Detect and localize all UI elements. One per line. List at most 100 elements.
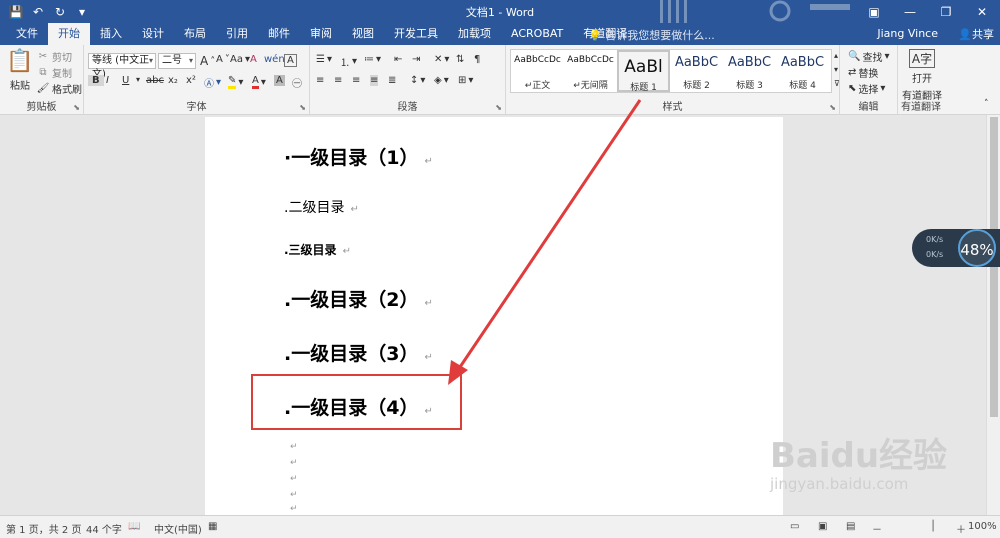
- style-item[interactable]: AaBbC 标题 4: [776, 50, 829, 92]
- highlight-button[interactable]: ✎ ▾: [228, 75, 243, 89]
- tab-11[interactable]: ACROBAT: [501, 23, 573, 45]
- format-painter-button[interactable]: 🖌 格式刷: [36, 81, 82, 97]
- heading-line[interactable]: .三级目录 ↵: [284, 241, 351, 258]
- align-left-button[interactable]: ≡: [316, 75, 324, 86]
- web-layout-icon[interactable]: ▤: [846, 521, 855, 532]
- dialog-launcher-icon[interactable]: ⬊: [829, 103, 836, 112]
- print-layout-icon[interactable]: ▣: [818, 521, 827, 532]
- italic-button[interactable]: I: [106, 75, 109, 86]
- align-right-button[interactable]: ≡: [352, 75, 360, 86]
- styles-scroll-down-icon[interactable]: ▾: [834, 65, 838, 74]
- font-color-button[interactable]: A ▾: [252, 75, 266, 89]
- select-button[interactable]: ⬉ 选择 ▾: [848, 81, 885, 96]
- char-shading-button[interactable]: A: [274, 75, 285, 86]
- text-effects-button[interactable]: Ⓐ ▾: [204, 75, 221, 90]
- tab-5[interactable]: 引用: [216, 23, 258, 45]
- heading-line[interactable]: .二级目录 ↵: [284, 197, 359, 217]
- tab-2[interactable]: 插入: [90, 23, 132, 45]
- chinese-layout-button[interactable]: ✕ ▾: [434, 54, 449, 65]
- vertical-scrollbar[interactable]: [986, 115, 1000, 515]
- scrollbar-thumb[interactable]: [990, 117, 998, 417]
- subscript-button[interactable]: x₂: [168, 75, 178, 86]
- dialog-launcher-icon[interactable]: ⬊: [299, 103, 306, 112]
- bold-button[interactable]: B: [88, 75, 104, 86]
- language[interactable]: 中文(中国): [154, 521, 202, 536]
- word-count[interactable]: 44 个字: [86, 521, 122, 536]
- document-page[interactable]: [205, 117, 783, 517]
- sort-button[interactable]: ⇅: [456, 54, 464, 65]
- increase-indent-button[interactable]: ⇥: [412, 54, 420, 65]
- tab-0[interactable]: 文件: [6, 23, 48, 45]
- align-center-button[interactable]: ≡: [334, 75, 342, 86]
- strikethrough-button[interactable]: abc: [146, 75, 164, 86]
- dialog-launcher-icon[interactable]: ⬊: [73, 103, 80, 112]
- open-youdao-button[interactable]: A字 打开 有道翻译: [902, 49, 942, 102]
- proofing-icon[interactable]: 📖: [128, 521, 140, 532]
- heading-line[interactable]: .一级目录（3） ↵: [284, 339, 433, 366]
- underline-dropdown-icon[interactable]: ▾: [136, 75, 140, 84]
- enclose-char-button[interactable]: ㊀: [292, 75, 302, 90]
- replace-button[interactable]: ⇄ 替换: [848, 65, 878, 80]
- style-item[interactable]: AaBbC 标题 3: [723, 50, 776, 92]
- grow-font-button[interactable]: A ˄: [200, 54, 215, 68]
- paste-button[interactable]: 📋 粘贴: [6, 49, 34, 92]
- styles-more-icon[interactable]: ⊽: [834, 79, 840, 88]
- superscript-button[interactable]: x²: [186, 75, 196, 86]
- paragraph-mark: ↵: [350, 204, 359, 215]
- tab-3[interactable]: 设计: [132, 23, 174, 45]
- heading-line[interactable]: ·一级目录（1） ↵: [284, 143, 433, 170]
- zoom-level[interactable]: 100%: [968, 521, 997, 532]
- bullets-button[interactable]: ☰ ▾: [316, 54, 332, 65]
- copy-button[interactable]: ⧉ 复制: [36, 65, 72, 81]
- read-mode-icon[interactable]: ▭: [790, 521, 799, 532]
- change-case-button[interactable]: Aa ▾: [230, 54, 250, 65]
- show-marks-button[interactable]: ¶: [474, 54, 480, 65]
- share-button[interactable]: 👤共享: [958, 26, 994, 42]
- justify-button[interactable]: ≡: [370, 75, 379, 86]
- numbering-button[interactable]: ⒈ ▾: [340, 54, 357, 69]
- tab-10[interactable]: 加载项: [448, 23, 501, 45]
- borders-button[interactable]: ⊞ ▾: [458, 75, 473, 86]
- minimize-icon[interactable]: —: [892, 0, 928, 23]
- macro-icon[interactable]: ▦: [208, 521, 217, 532]
- style-item[interactable]: AaBbCcDc ↵正文: [511, 50, 564, 92]
- user-name[interactable]: Jiang Vince: [877, 27, 938, 40]
- style-item[interactable]: AaBbC 标题 2: [670, 50, 723, 92]
- tab-1[interactable]: 开始: [48, 23, 90, 45]
- shading-button[interactable]: ◈ ▾: [434, 75, 449, 86]
- chevron-down-icon: ▾: [352, 56, 358, 67]
- style-item[interactable]: AaBl 标题 1: [617, 50, 670, 93]
- font-size-select[interactable]: 二号: [158, 53, 196, 69]
- tab-6[interactable]: 邮件: [258, 23, 300, 45]
- font-name-select[interactable]: 等线 (中文正文): [88, 53, 156, 80]
- close-icon[interactable]: ✕: [964, 0, 1000, 23]
- zoom-slider[interactable]: │: [930, 521, 936, 532]
- find-button[interactable]: 🔍 查找 ▾: [848, 49, 889, 64]
- collapse-ribbon-icon[interactable]: ˄: [984, 99, 989, 109]
- cut-button[interactable]: ✂ 剪切: [36, 49, 72, 65]
- zoom-out-icon[interactable]: －: [872, 521, 882, 536]
- network-speed-widget[interactable]: 0K/s 0K/s 48%: [912, 229, 1000, 267]
- dialog-launcher-icon[interactable]: ⬊: [495, 103, 502, 112]
- zoom-in-icon[interactable]: ＋: [956, 521, 966, 536]
- clear-formatting-button[interactable]: A: [250, 54, 257, 65]
- tab-9[interactable]: 开发工具: [384, 23, 448, 45]
- style-item[interactable]: AaBbCcDc ↵无间隔: [564, 50, 617, 92]
- tab-8[interactable]: 视图: [342, 23, 384, 45]
- tab-4[interactable]: 布局: [174, 23, 216, 45]
- shrink-font-button[interactable]: A ˅: [216, 54, 230, 65]
- decrease-indent-button[interactable]: ⇤: [394, 54, 402, 65]
- underline-button[interactable]: U: [122, 75, 129, 86]
- page-count[interactable]: 第 1 页，共 2 页: [6, 521, 81, 536]
- char-border-button[interactable]: A: [284, 54, 297, 67]
- tab-7[interactable]: 审阅: [300, 23, 342, 45]
- tell-me-box[interactable]: 💡 告诉我您想要做什么...: [588, 27, 715, 43]
- ribbon-options-icon[interactable]: ▣: [856, 0, 892, 23]
- phonetic-guide-button[interactable]: wén: [264, 54, 285, 65]
- styles-scroll-up-icon[interactable]: ▴: [834, 51, 838, 60]
- restore-icon[interactable]: ❐: [928, 0, 964, 23]
- multilevel-list-button[interactable]: ≔ ▾: [364, 54, 381, 65]
- heading-line[interactable]: .一级目录（2） ↵: [284, 285, 433, 312]
- distributed-button[interactable]: ≣: [388, 75, 396, 86]
- line-spacing-button[interactable]: ↕ ▾: [410, 75, 425, 86]
